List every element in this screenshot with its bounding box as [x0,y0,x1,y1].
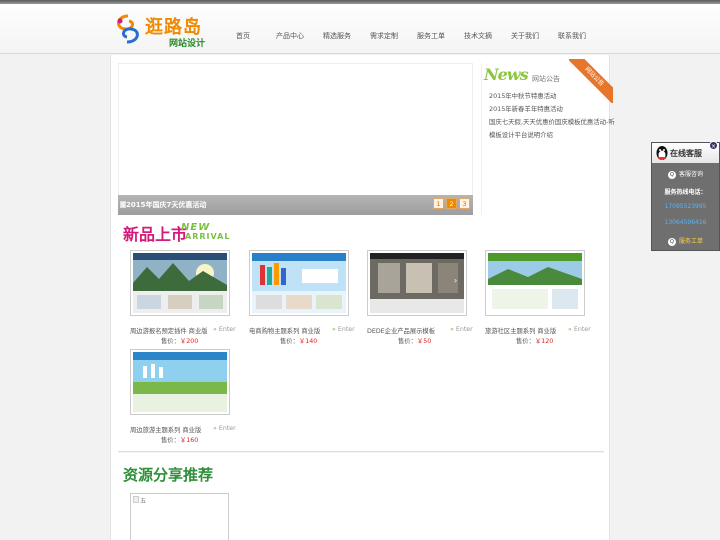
top-header: 逛路岛 网站设计 首页 产品中心 精选服务 需求定制 服务工单 技术文摘 关于我… [0,0,720,54]
price-label: 售价： [516,338,535,345]
price-label: 售价： [280,338,299,345]
phone-number[interactable]: 13064596416 [652,219,719,226]
price-value: ￥140 [298,338,318,345]
product-name[interactable]: DEDE企业产品展示模板 [367,326,435,335]
product-card: 旅游社区主题系列 商业版 Enter 售价：￥120 [476,250,594,346]
shopping-theme-image [252,253,346,313]
logo-swirl-icon [117,14,139,44]
product-name[interactable]: 周边游报名预定插件 商业版 [130,326,208,335]
news-item[interactable]: 国庆七天假,天天优惠价国庆模板优惠活动-听 [489,117,615,126]
product-price: 售价：￥160 [161,435,198,444]
product-name[interactable]: 周边旅游主题系列 商业版 [130,425,201,434]
qq-icon: Q [667,170,676,179]
product-enter-link[interactable]: Enter [213,425,236,432]
price-label: 售价： [161,437,180,444]
main-content: 2015年国庆7天优惠活动 1 2 3 News 网站公告 网站公告 2015年… [110,55,615,540]
ticket-label: 服务工单 [678,238,703,245]
price-label: 售价： [398,338,417,345]
product-card: 电商购物主题系列 商业版 Enter 售价：￥140 [240,250,358,346]
close-icon[interactable]: × [709,141,718,150]
new-arrival-en-2: ARRIVAL [185,232,231,241]
product-enter-link[interactable]: Enter [450,326,473,333]
product-enter-link[interactable]: Enter [332,326,355,333]
nearby-travel-image [133,352,227,412]
product-thumbnail[interactable] [249,250,349,316]
product-enter-link[interactable]: Enter [213,326,236,333]
price-value: ￥120 [534,338,554,345]
banner-page-2[interactable]: 2 [446,198,457,209]
hotline-label: 服务热线电话： [664,189,707,196]
news-item[interactable]: 2015年中秋节特惠活动 [489,91,556,100]
news-title: News [484,65,529,84]
consult-link[interactable]: Q 客服咨询 [652,169,719,179]
product-price: 售价：￥140 [280,336,317,345]
banner-page-1[interactable]: 1 [433,198,444,209]
news-item[interactable]: 2015年新春羊年特惠活动 [489,104,563,113]
broken-image-icon [133,496,139,503]
nav-products[interactable]: 产品中心 [276,31,304,41]
nav-services[interactable]: 精选服务 [323,31,351,41]
customer-service-title: 在线客服 [670,149,702,158]
nav-articles[interactable]: 技术文摘 [464,31,492,41]
product-card: › DEDE企业产品展示模板 Enter 售价：￥50 [358,250,476,346]
travel-community-image [488,253,582,313]
banner-page-3[interactable]: 3 [459,198,470,209]
product-card: 周边游报名预定插件 商业版 Enter 售价：￥200 [121,250,239,346]
nav-ticket[interactable]: 服务工单 [417,31,445,41]
product-card: 周边旅游主题系列 商业版 Enter 售价：￥160 [121,349,239,445]
product-name[interactable]: 电商购物主题系列 商业版 [249,326,320,335]
news-item[interactable]: 模板设计平台说明介绍 [489,130,553,139]
resource-thumbnail[interactable]: 五 [130,493,229,540]
mountain-landscape-image [133,253,227,313]
qq-icon: Q [667,237,676,246]
product-name[interactable]: 旅游社区主题系列 商业版 [485,326,556,335]
price-value: ￥160 [179,437,199,444]
customer-service-widget: 在线客服 × Q 客服咨询 服务热线电话： 17095523995 1306459… [651,141,720,251]
nav-contact[interactable]: 联系我们 [558,31,586,41]
section-divider [118,451,604,453]
product-thumbnail[interactable] [130,349,230,415]
product-price: 售价：￥50 [398,336,431,345]
new-arrival-cn: 新品上市 [123,225,188,244]
nav-about[interactable]: 关于我们 [511,31,539,41]
phone-number[interactable]: 17095523995 [652,203,719,210]
news-subtitle: 网站公告 [532,75,560,83]
image-alt-text: 五 [140,498,147,505]
new-arrival-heading: 新品上市 NEW ARRIVAL [123,221,243,244]
qq-penguin-icon [656,146,668,160]
banner-caption[interactable]: 2015年国庆7天优惠活动 [126,200,206,210]
product-price: 售价：￥200 [161,336,198,345]
product-enter-link[interactable]: Enter [568,326,591,333]
interior-showcase-image: › [370,253,464,313]
nav-custom[interactable]: 需求定制 [370,31,398,41]
price-value: ￥200 [179,338,199,345]
product-price: 售价：￥120 [516,336,553,345]
nav-home[interactable]: 首页 [236,31,250,41]
ticket-link[interactable]: Q 服务工单 [652,236,719,246]
svg-text:›: › [454,276,457,285]
product-thumbnail[interactable] [485,250,585,316]
price-label: 售价： [161,338,180,345]
site-logo[interactable]: 逛路岛 网站设计 [113,12,223,49]
banner-caption-bar: 2015年国庆7天优惠活动 [118,195,473,215]
product-thumbnail[interactable] [130,250,230,316]
ribbon-label: 网站公告 [569,59,613,103]
price-value: ￥50 [416,338,432,345]
news-panel: News 网站公告 网站公告 2015年中秋节特惠活动 2015年新春羊年特惠活… [481,59,615,215]
consult-label: 客服咨询 [678,171,703,178]
resources-heading: 资源分享推荐 [123,466,214,484]
announcement-ribbon: 网站公告 [569,59,613,103]
banner-slider[interactable] [118,63,473,215]
logo-subtitle: 网站设计 [169,39,206,49]
product-thumbnail[interactable]: › [367,250,467,316]
